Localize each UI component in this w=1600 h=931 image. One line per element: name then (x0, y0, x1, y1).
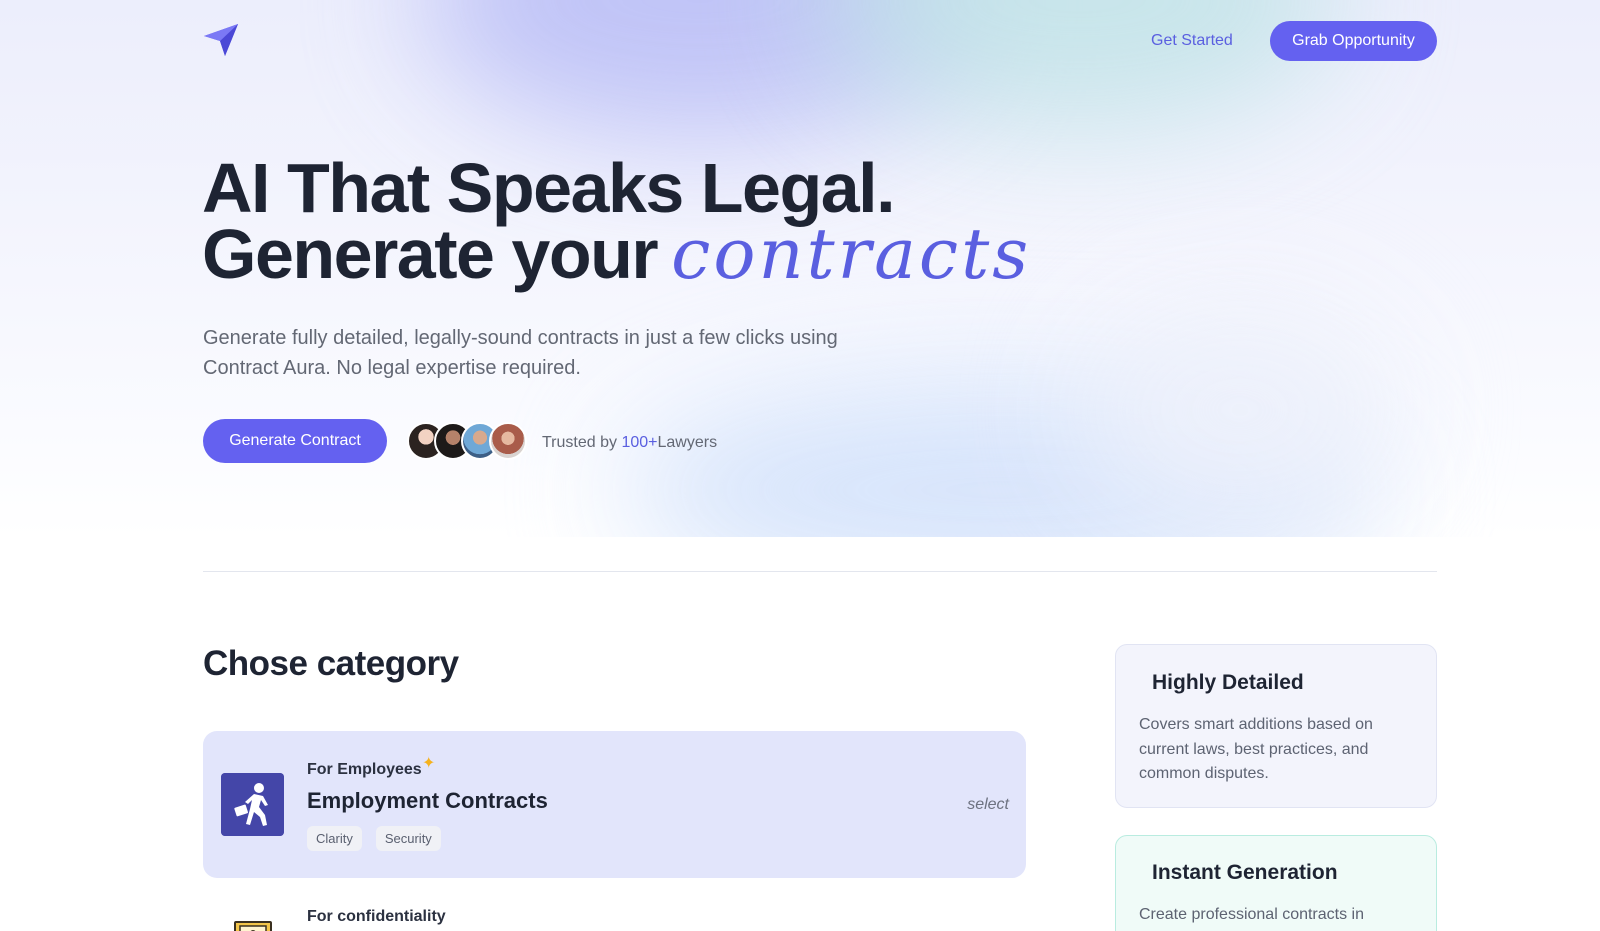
grab-opportunity-button[interactable]: Grab Opportunity (1270, 21, 1437, 61)
get-started-link[interactable]: Get Started (1151, 30, 1233, 52)
hero-title-line-1: AI That Speaks Legal. (202, 149, 896, 227)
avatar (489, 422, 527, 460)
category-section-title: Chose category (203, 644, 459, 683)
trusted-prefix: Trusted by (542, 434, 622, 451)
feature-card-instant-generation: Instant Generation Create professional c… (1115, 835, 1437, 931)
landing-page: Get Started Grab Opportunity AI That Spe… (0, 0, 1600, 931)
employee-walking-icon (221, 773, 284, 836)
category-title: Employment Contracts (307, 788, 548, 813)
generate-contract-button[interactable]: Generate Contract (203, 419, 387, 463)
hero-title-line-2: Generate your contracts (202, 219, 1031, 289)
section-divider (203, 571, 1437, 572)
category-kicker: For Employees (307, 761, 422, 778)
category-tags: Clarity Security (307, 826, 441, 851)
feature-description: Create professional contracts in (1139, 906, 1364, 923)
certificate-icon (234, 921, 272, 931)
trusted-by-text: Trusted by 100+Lawyers (542, 432, 717, 454)
category-kicker-confidentiality[interactable]: For confidentiality (307, 908, 446, 926)
feature-description: Covers smart additions based on current … (1139, 716, 1373, 782)
feature-title: Instant Generation (1152, 861, 1338, 884)
category-card-employment[interactable]: For Employees ✦ Employment Contracts Cla… (203, 731, 1026, 878)
lawyer-avatars (407, 422, 532, 462)
paper-plane-icon[interactable] (203, 22, 239, 58)
hero-title-prefix: Generate your (202, 215, 659, 293)
select-link[interactable]: select (967, 796, 1009, 814)
tag-clarity: Clarity (307, 826, 362, 851)
trusted-suffix: Lawyers (657, 434, 718, 451)
sparkle-icon: ✦ (422, 755, 436, 772)
hero-subtitle: Generate fully detailed, legally-sound c… (203, 327, 838, 379)
trusted-count: 100+ (621, 434, 658, 451)
feature-title: Highly Detailed (1152, 671, 1304, 694)
feature-card-highly-detailed: Highly Detailed Covers smart additions b… (1115, 644, 1437, 808)
tag-security: Security (375, 826, 441, 851)
hero-script-word: contracts (671, 213, 1032, 295)
hero-title: AI That Speaks Legal. Generate your contr… (202, 149, 1031, 289)
